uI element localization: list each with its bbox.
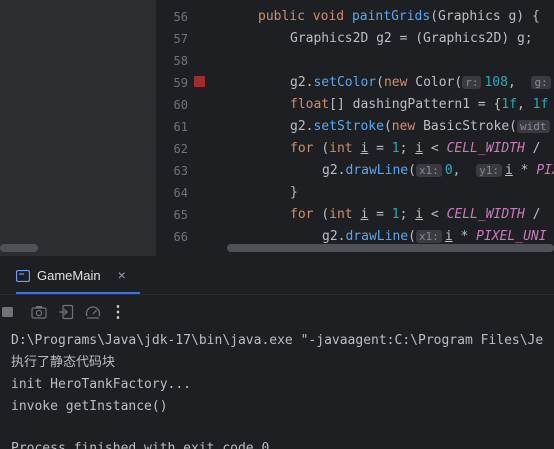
more-icon[interactable]: ⋮ [109, 303, 127, 321]
code-line-63: g2.drawLine(x1:0, y1:i * PIX [322, 163, 554, 178]
close-icon[interactable]: × [118, 267, 126, 283]
line-number: 62 [173, 142, 188, 156]
code-line-60: float[] dashingPattern1 = {1f, 1f [290, 97, 549, 112]
console-line: init HeroTankFactory... [11, 377, 192, 392]
code-line-64: } [290, 185, 298, 200]
console-line: Process finished with exit code 0 [11, 441, 270, 449]
code-line-56: public void paintGrids(Graphics g) { [258, 9, 540, 24]
tab-label: GameMain [37, 267, 101, 283]
line-number: 57 [173, 32, 188, 46]
param-hint: x1: [415, 164, 442, 177]
code-line-57: Graphics2D g2 = (Graphics2D) g; [290, 31, 533, 46]
import-icon[interactable] [57, 303, 75, 321]
param-hint: r: [462, 76, 482, 89]
tab-gamemain[interactable]: GameMain × [15, 256, 126, 294]
code-line-61: g2.setStroke(new BasicStroke(widt [290, 116, 553, 138]
console-line: D:\Programs\Java\jdk-17\bin\java.exe "-j… [11, 333, 544, 348]
console-line: 执行了静态代码块 [11, 355, 116, 370]
line-number: 58 [173, 54, 188, 68]
line-number: 60 [173, 98, 188, 112]
active-tab-indicator [16, 292, 140, 294]
code-line-62: for (int i = 1; i < CELL_WIDTH / [290, 141, 541, 156]
console-icon [15, 269, 31, 283]
line-number: 65 [173, 208, 188, 222]
line-number: 64 [173, 186, 188, 200]
param-hint: g: [531, 76, 551, 89]
line-number: 59 [173, 76, 188, 90]
line-number: 66 [173, 230, 188, 244]
camera-icon[interactable] [30, 303, 48, 321]
param-hint: x1: [415, 230, 442, 243]
editor-horizontal-scrollbar[interactable] [227, 244, 554, 252]
line-number: 61 [173, 120, 188, 134]
breakpoint-marker[interactable] [194, 76, 205, 87]
run-tab-bar: GameMain × [0, 256, 554, 295]
profiler-icon[interactable] [84, 303, 102, 321]
param-hint: widt [517, 120, 550, 133]
stop-icon[interactable] [0, 303, 18, 321]
project-panel-scrollbar[interactable] [0, 244, 38, 252]
console-line: invoke getInstance() [11, 399, 168, 414]
line-number: 63 [173, 164, 188, 178]
run-toolbar: ⋮ [0, 295, 554, 329]
line-number: 56 [173, 10, 188, 24]
param-hint: y1: [476, 164, 502, 177]
run-tool-window: GameMain × ⋮ D:\Programs\Java\jdk-17\bin… [0, 256, 554, 449]
code-line-65: for (int i = 1; i < CELL_WIDTH / [290, 207, 541, 222]
code-line-59: g2.setColor(new Color(r: 108, g: [290, 72, 554, 94]
console-output[interactable]: D:\Programs\Java\jdk-17\bin\java.exe "-j… [0, 329, 554, 449]
project-panel [0, 0, 156, 256]
code-editor[interactable]: public void paintGrids(Graphics g) { Gra… [209, 0, 554, 256]
